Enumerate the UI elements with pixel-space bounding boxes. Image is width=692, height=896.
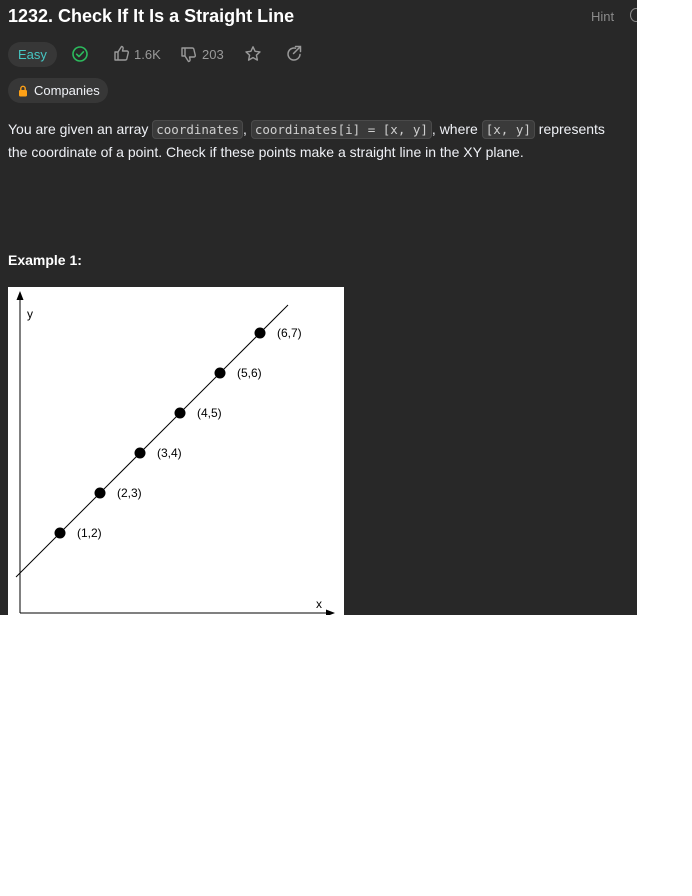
- data-point: [214, 367, 226, 379]
- example-figure: y x (1,2) (2,3) (3,4) (4,5) (5,6) (6,7): [8, 287, 344, 615]
- difficulty-badge: Easy: [8, 42, 57, 67]
- scatter-chart: y x (1,2) (2,3) (3,4) (4,5) (5,6) (6,7): [15, 291, 335, 615]
- share-icon[interactable]: [285, 45, 303, 63]
- companies-tag-button[interactable]: Companies: [8, 78, 108, 103]
- data-label: (3,4): [157, 446, 182, 460]
- data-point: [174, 407, 186, 419]
- problem-statement: You are given an array coordinates, coor…: [8, 118, 628, 163]
- example-heading: Example 1:: [8, 252, 82, 268]
- data-label: (6,7): [277, 326, 302, 340]
- inline-code: coordinates[i] = [x, y]: [250, 120, 432, 139]
- dislikes-count: 203: [202, 47, 224, 62]
- statement-text: You are given an array: [8, 121, 153, 137]
- inline-code: coordinates: [152, 120, 244, 139]
- thumbs-down-icon[interactable]: [180, 46, 197, 63]
- data-label: (4,5): [197, 406, 222, 420]
- star-icon[interactable]: [244, 45, 262, 63]
- solved-check-icon: [72, 46, 88, 62]
- data-label: (5,6): [237, 366, 262, 380]
- x-axis-label: x: [316, 597, 322, 611]
- data-point: [54, 527, 66, 539]
- hint-button[interactable]: Hint: [591, 9, 614, 24]
- data-point: [254, 327, 266, 339]
- statement-text: ,: [243, 121, 251, 137]
- problem-description-panel: 1232. Check If It Is a Straight Line Hin…: [0, 0, 637, 615]
- lock-icon: [19, 85, 27, 96]
- y-axis-label: y: [27, 307, 33, 321]
- data-point: [94, 487, 106, 499]
- data-point: [134, 447, 146, 459]
- statement-text: , where: [431, 121, 482, 137]
- x-axis-arrow: [326, 609, 335, 615]
- inline-code: [x, y]: [481, 120, 535, 139]
- thumbs-up-icon[interactable]: [113, 45, 130, 62]
- info-icon[interactable]: [630, 8, 637, 22]
- data-label: (2,3): [117, 486, 142, 500]
- data-label: (1,2): [77, 526, 102, 540]
- likes-count: 1.6K: [134, 47, 161, 62]
- y-axis-arrow: [16, 291, 24, 300]
- companies-label: Companies: [34, 83, 100, 98]
- problem-title: 1232. Check If It Is a Straight Line: [8, 6, 295, 26]
